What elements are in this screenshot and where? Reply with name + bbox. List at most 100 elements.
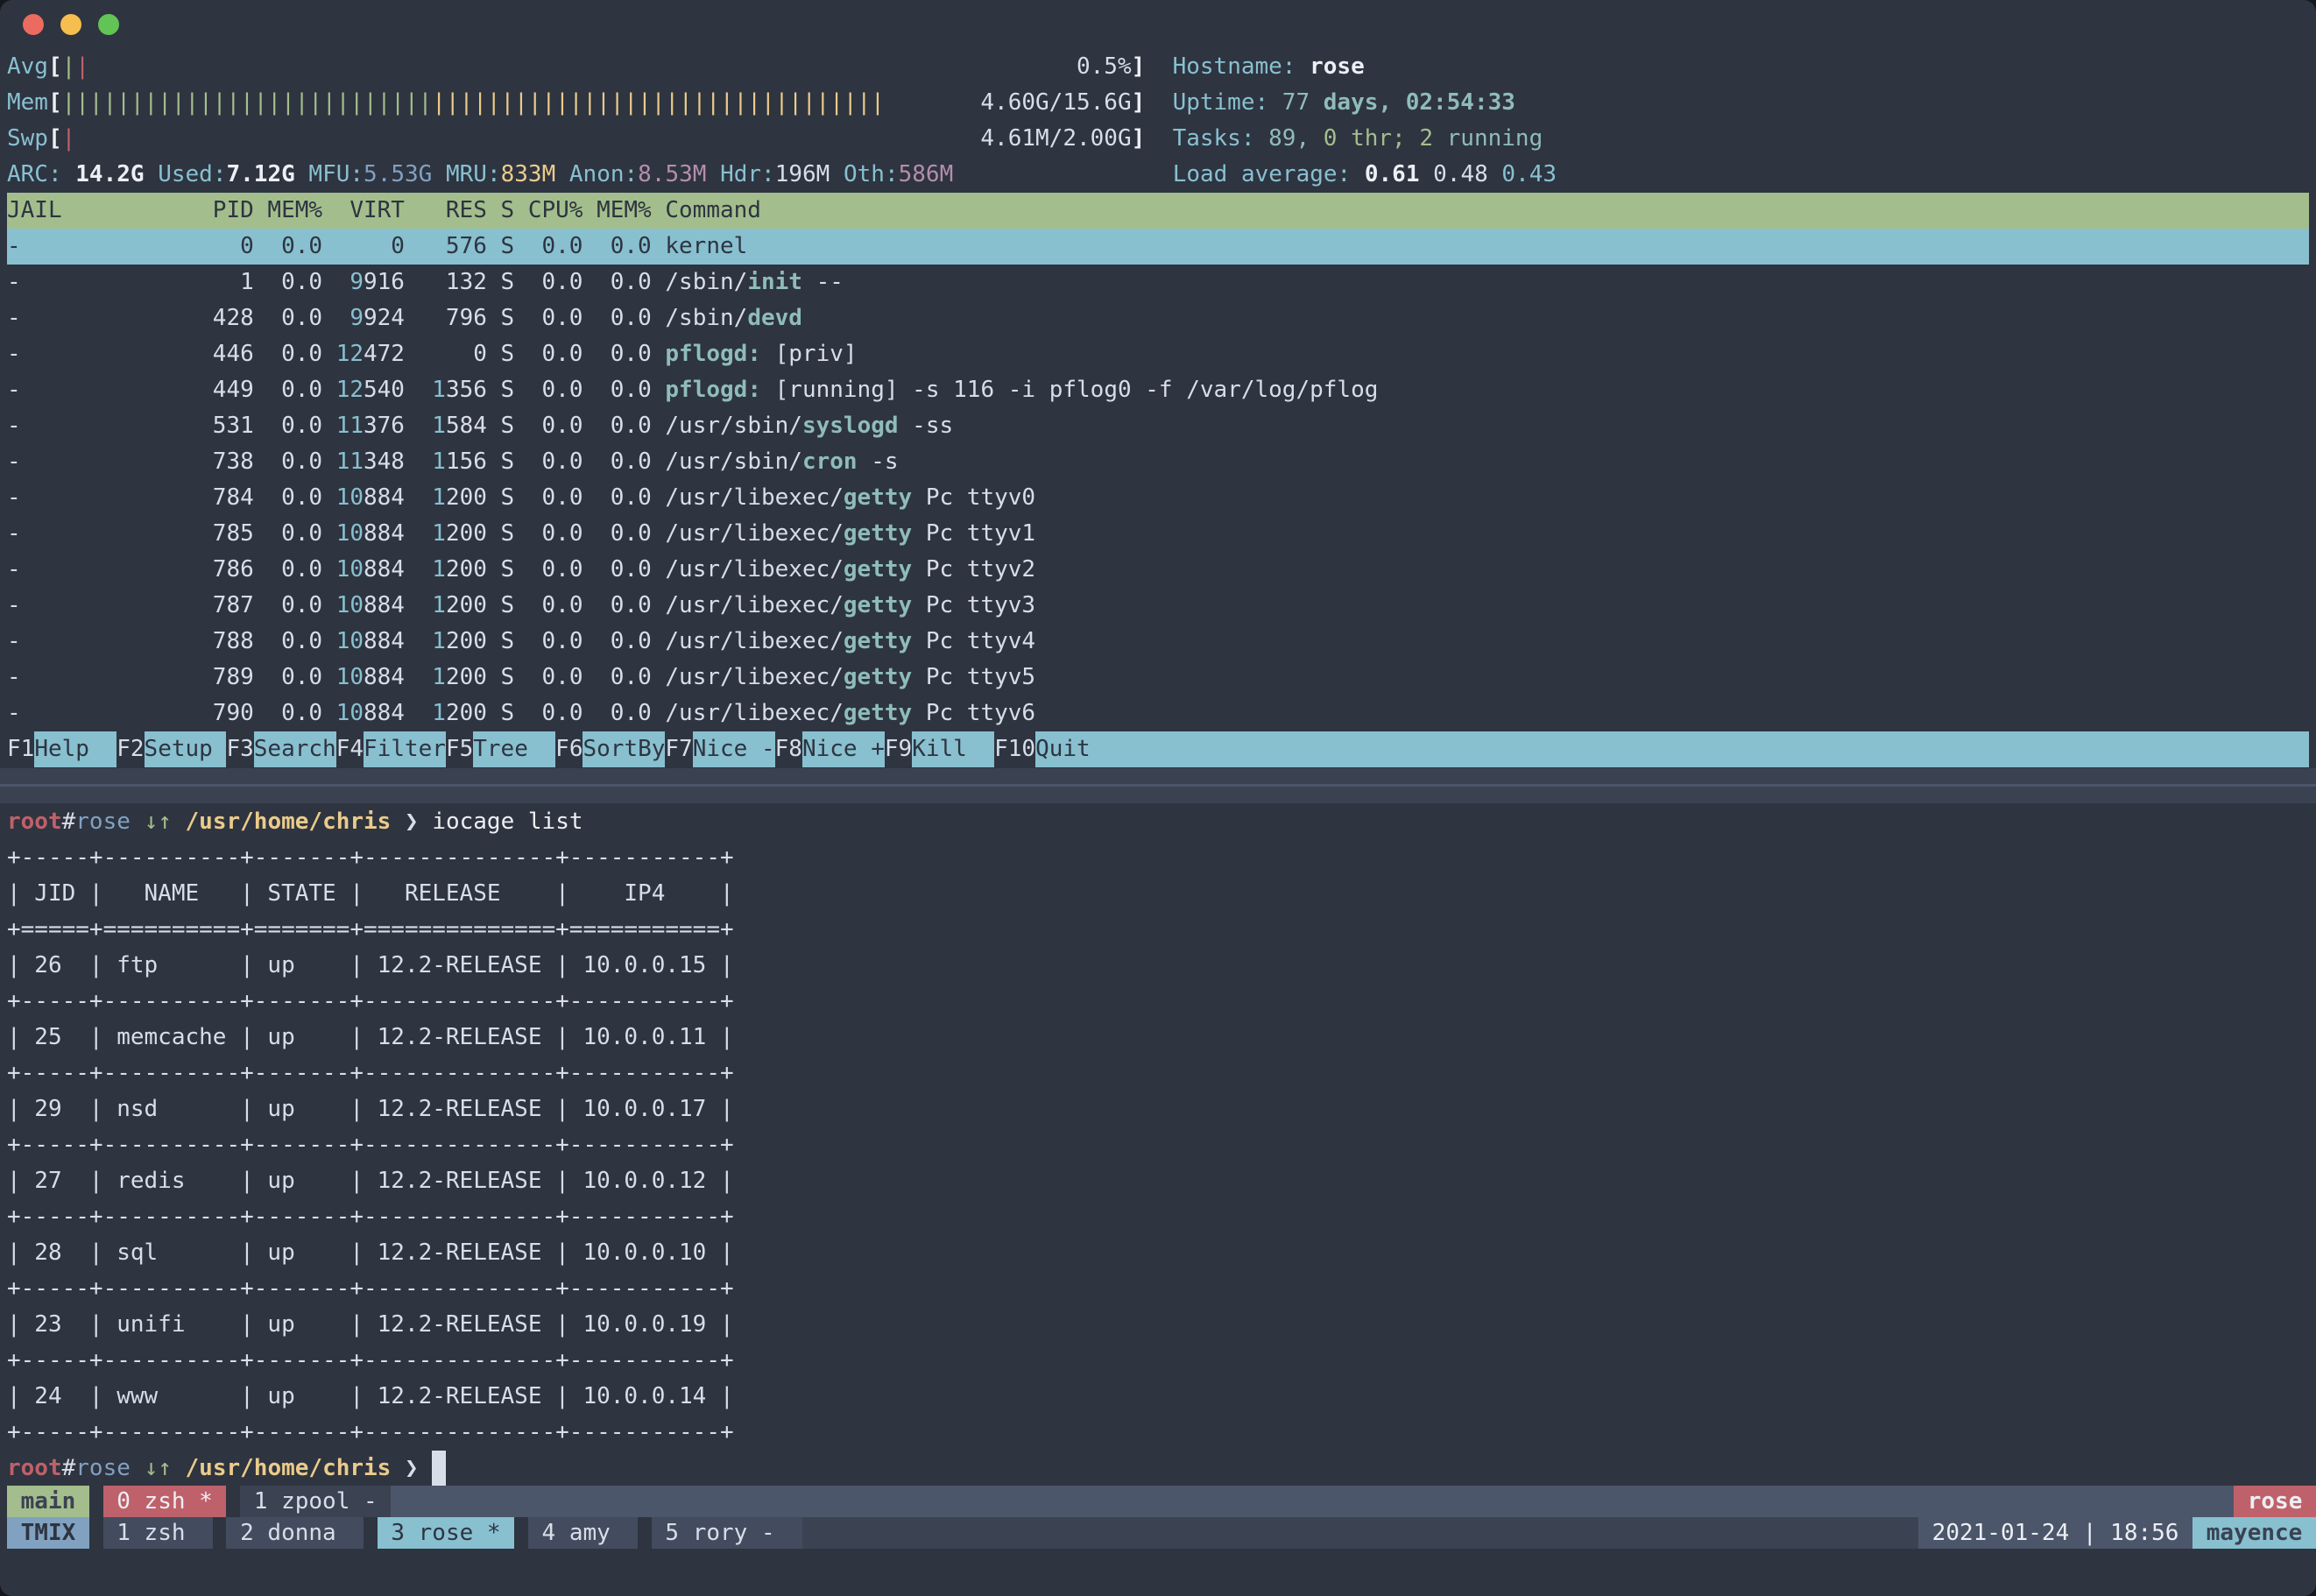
process-row[interactable]: - 788 0.0 10884 1200 S 0.0 0.0 /usr/libe… xyxy=(7,624,2309,660)
mem-bar-cache: ||||||||||||||||||||||||||||||||| xyxy=(432,85,885,121)
process-row[interactable]: - 449 0.0 12540 1356 S 0.0 0.0 pflogd: [… xyxy=(7,372,2309,408)
process-row[interactable]: - 738 0.0 11348 1156 S 0.0 0.0 /usr/sbin… xyxy=(7,444,2309,480)
text-segment: /sbin/ xyxy=(665,265,747,300)
text-segment: S 0.0 0.0 xyxy=(487,624,666,660)
process-row[interactable]: - 790 0.0 10884 1200 S 0.0 0.0 /usr/libe… xyxy=(7,696,2309,731)
prompt-cwd: /usr/home/chris xyxy=(186,804,392,840)
fkey-nice-plus-button[interactable]: Nice + xyxy=(802,731,885,767)
fkey-nice-minus-button[interactable]: Nice - xyxy=(693,731,775,767)
text-segment: | JID | NAME | STATE | RELEASE | IP4 | xyxy=(7,876,734,912)
terminal-window: Avg[|| 0.5%] Hostname: roseMem[|||||||||… xyxy=(0,0,2316,1596)
text-segment: 1 xyxy=(432,696,446,731)
tasks-count: 89, xyxy=(1268,121,1324,157)
fkey-filter-button[interactable]: Filter xyxy=(364,731,446,767)
text-segment: 156 xyxy=(446,444,487,480)
avg-meter-label: Avg xyxy=(7,49,48,85)
process-row[interactable]: - 531 0.0 11376 1584 S 0.0 0.0 /usr/sbin… xyxy=(7,408,2309,444)
text-segment: S 0.0 0.0 xyxy=(487,588,666,624)
tmux-window-5-rory-tab[interactable]: 5 rory - xyxy=(652,1517,802,1549)
process-row[interactable]: - 785 0.0 10884 1200 S 0.0 0.0 /usr/libe… xyxy=(7,516,2309,552)
tmux-window-3-rose-current-tab[interactable]: 3 rose * xyxy=(378,1517,515,1549)
iocage-table-border: +-----+----------+-------+--------------… xyxy=(7,984,2309,1020)
fkey-bar: F1Help F2Setup F3SearchF4FilterF5Tree F6… xyxy=(7,731,2309,767)
text-segment: [ xyxy=(48,49,62,85)
text-segment: getty xyxy=(844,624,912,660)
process-row[interactable]: - 786 0.0 10884 1200 S 0.0 0.0 /usr/libe… xyxy=(7,552,2309,588)
text-segment: ARC: xyxy=(7,157,62,193)
text-segment: [running] -s 116 -i pflog0 -f /var/log/p… xyxy=(761,372,1378,408)
text-segment: 884 xyxy=(364,552,405,588)
text-segment xyxy=(405,372,432,408)
text-segment: | 25 | memcache | up | 12.2-RELEASE | 10… xyxy=(7,1020,734,1056)
text-segment: 916 xyxy=(364,265,405,300)
process-row[interactable]: - 428 0.0 9924 796 S 0.0 0.0 /sbin/devd xyxy=(7,300,2309,336)
shell-prompt: root#rose ↓↑ /usr/home/chris ❯ iocage li… xyxy=(7,804,2309,840)
maximize-button[interactable] xyxy=(98,14,119,35)
text-segment: - 785 0.0 xyxy=(7,516,336,552)
load-15min: 0.43 xyxy=(1501,157,1557,193)
text-segment: 0 S 0.0 0.0 xyxy=(405,336,665,372)
avg-bar-green: | xyxy=(62,49,76,85)
process-row[interactable]: - 789 0.0 10884 1200 S 0.0 0.0 /usr/libe… xyxy=(7,660,2309,696)
fkey-quit-button[interactable]: Quit xyxy=(1035,731,1091,767)
status-datetime: 2021-01-24 | 18:56 xyxy=(1918,1517,2192,1549)
text-segment xyxy=(419,1451,433,1487)
text-segment xyxy=(405,408,432,444)
text-segment: /sbin/ xyxy=(665,300,747,336)
load-1min: 0.61 xyxy=(1365,157,1433,193)
shell-pane: root#rose ↓↑ /usr/home/chris ❯ iocage li… xyxy=(7,804,2309,1487)
window-titlebar[interactable] xyxy=(0,0,2316,49)
process-row[interactable]: - 1 0.0 9916 132 S 0.0 0.0 /sbin/init -- xyxy=(7,265,2309,300)
minimize-button[interactable] xyxy=(60,14,81,35)
tmux-window-2-donna-tab[interactable]: 2 donna xyxy=(226,1517,364,1549)
fkey-setup-button[interactable]: Setup xyxy=(145,731,227,767)
text-segment xyxy=(131,804,145,840)
swp-bar-used: | xyxy=(62,121,76,157)
text-segment: | 26 | ftp | up | 12.2-RELEASE | 10.0.0.… xyxy=(7,948,734,984)
text-segment: getty xyxy=(844,660,912,696)
fkey-f4: F4 xyxy=(336,731,364,767)
text-segment: - 446 0.0 xyxy=(7,336,336,372)
fkey-help-button[interactable]: Help xyxy=(34,731,117,767)
text-segment: Anon: xyxy=(555,157,638,193)
tmux-session-main-tab[interactable]: main xyxy=(7,1486,89,1517)
text-segment xyxy=(226,1486,240,1517)
iocage-table-row: | 26 | ftp | up | 12.2-RELEASE | 10.0.0.… xyxy=(7,948,2309,984)
fkey-kill-button[interactable]: Kill xyxy=(912,731,994,767)
meter-avg: Avg[|| 0.5%] Hostname: rose xyxy=(7,49,2309,85)
text-segment: MFU: xyxy=(295,157,364,193)
process-row-selected[interactable]: - 0 0.0 0 576 S 0.0 0.0 kernel xyxy=(7,229,2309,265)
tmux-pane-divider[interactable] xyxy=(0,768,2316,803)
fkey-sortby-button[interactable]: SortBy xyxy=(583,731,665,767)
process-row[interactable]: - 446 0.0 12472 0 S 0.0 0.0 pflogd: [pri… xyxy=(7,336,2309,372)
process-kernel: - 0 0.0 0 576 S 0.0 0.0 kernel xyxy=(7,229,747,265)
text-segment: 1 xyxy=(432,552,446,588)
uptime-days-count: 77 xyxy=(1282,85,1324,121)
fkey-tree-button[interactable]: Tree xyxy=(473,731,555,767)
process-row[interactable]: - 784 0.0 10884 1200 S 0.0 0.0 /usr/libe… xyxy=(7,480,2309,516)
process-row[interactable]: - 787 0.0 10884 1200 S 0.0 0.0 /usr/libe… xyxy=(7,588,2309,624)
hostname-value: rose xyxy=(1310,49,1365,85)
tmux-window-1-zsh-tab[interactable]: 1 zsh xyxy=(103,1517,213,1549)
inner-window-0-zsh-tab[interactable]: 0 zsh * xyxy=(103,1486,227,1517)
swp-meter-label: Swp xyxy=(7,121,48,157)
text-segment xyxy=(1145,121,1172,157)
iocage-table-border: +-----+----------+-------+--------------… xyxy=(7,1343,2309,1379)
fkey-f9: F9 xyxy=(885,731,912,767)
text-segment: 1 xyxy=(432,516,446,552)
text-segment xyxy=(405,552,432,588)
text-segment xyxy=(953,157,1172,193)
meter-mem: Mem[||||||||||||||||||||||||||||||||||||… xyxy=(7,85,2309,121)
text-segment xyxy=(364,1517,378,1549)
text-segment: ] xyxy=(1132,49,1146,85)
close-button[interactable] xyxy=(23,14,44,35)
bar-fill xyxy=(391,1486,2234,1517)
tmux-window-4-amy-tab[interactable]: 4 amy xyxy=(528,1517,638,1549)
text-segment: thr; xyxy=(1337,121,1419,157)
prompt-host: rose xyxy=(75,804,131,840)
inner-window-1-zpool-tab[interactable]: 1 zpool - xyxy=(240,1486,391,1517)
text-segment: 376 xyxy=(364,408,405,444)
fkey-search-button[interactable]: Search xyxy=(254,731,336,767)
text-segment: - 1 0.0 xyxy=(7,265,350,300)
text-segment xyxy=(75,121,980,157)
